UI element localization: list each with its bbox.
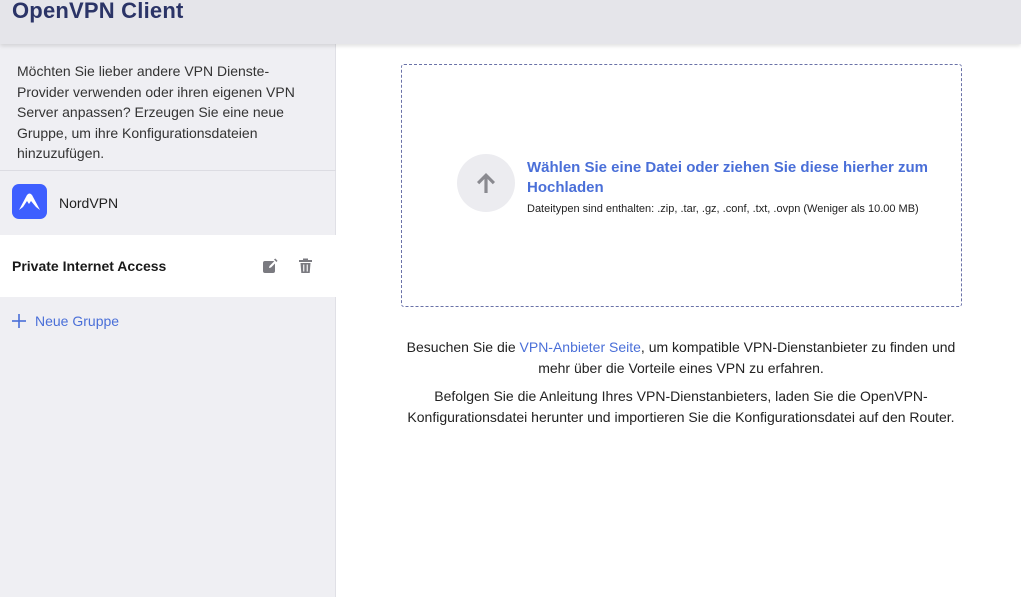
page-title: OpenVPN Client xyxy=(12,0,184,23)
vpn-provider-link[interactable]: VPN-Anbieter Seite xyxy=(520,339,641,355)
plus-icon xyxy=(12,314,26,328)
file-upload-dropzone[interactable]: Wählen Sie eine Datei oder ziehen Sie di… xyxy=(401,64,962,307)
info-text: Besuchen Sie die xyxy=(406,339,520,355)
edit-icon[interactable] xyxy=(261,257,279,275)
app-header: OpenVPN Client xyxy=(0,0,1021,44)
provider-info-text: Besuchen Sie die VPN-Anbieter Seite, um … xyxy=(400,337,962,378)
upload-button[interactable] xyxy=(457,154,515,212)
trash-icon[interactable] xyxy=(296,257,314,275)
new-group-button[interactable]: Neue Gruppe xyxy=(11,313,119,329)
nordvpn-logo-icon xyxy=(12,184,47,219)
group-label: NordVPN xyxy=(59,195,119,211)
group-item-private-internet-access[interactable]: Private Internet Access xyxy=(0,235,336,297)
upload-title[interactable]: Wählen Sie eine Datei oder ziehen Sie di… xyxy=(527,158,937,198)
sidebar: Möchten Sie lieber andere VPN Dienste-Pr… xyxy=(0,44,336,597)
group-label: Private Internet Access xyxy=(12,258,167,274)
new-group-label: Neue Gruppe xyxy=(35,313,120,329)
sidebar-intro-text: Möchten Sie lieber andere VPN Dienste-Pr… xyxy=(17,63,295,161)
group-item-nordvpn[interactable]: NordVPN xyxy=(0,171,336,234)
instructions-text: Befolgen Sie die Anleitung Ihres VPN-Die… xyxy=(407,388,955,425)
arrow-up-icon xyxy=(477,173,495,193)
upload-filetypes-hint: Dateitypen sind enthalten: .zip, .tar, .… xyxy=(527,203,919,215)
